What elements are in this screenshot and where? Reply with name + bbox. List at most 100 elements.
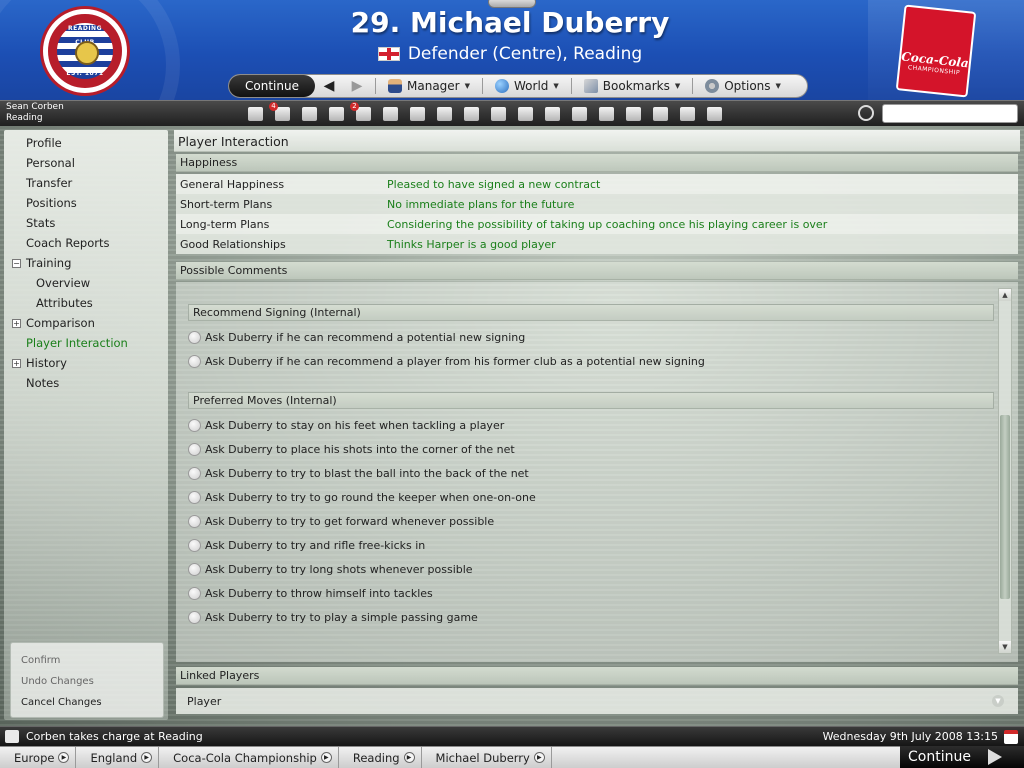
trophy-icon[interactable] <box>460 104 482 124</box>
sort-chevron-icon[interactable]: ▼ <box>992 695 1004 707</box>
comment-option[interactable]: Ask Duberry to stay on his feet when tac… <box>188 416 988 434</box>
breadcrumb-item[interactable]: Coca-Cola Championship ▶ <box>159 746 339 768</box>
comment-option[interactable]: Ask Duberry to place his shots into the … <box>188 440 988 458</box>
options-menu[interactable]: Options ▼ <box>697 79 789 93</box>
breadcrumb-item[interactable]: Michael Duberry ▶ <box>422 746 552 768</box>
back-arrow-icon[interactable]: ◀ <box>315 78 343 94</box>
news-ticker[interactable]: Corben takes charge at Reading <box>26 730 203 743</box>
comment-option[interactable]: Ask Duberry to try long shots whenever p… <box>188 560 988 578</box>
calendar-icon[interactable] <box>1004 730 1018 744</box>
inbox-icon[interactable]: 4 <box>269 102 293 124</box>
radio-button[interactable] <box>188 490 201 504</box>
clipboard-icon[interactable] <box>514 104 536 124</box>
sidebar-item-player-interaction[interactable]: Player Interaction <box>26 336 128 350</box>
expand-icon[interactable]: + <box>12 359 21 368</box>
radio-button[interactable] <box>188 586 201 600</box>
confirm-button[interactable]: Confirm <box>21 655 60 666</box>
breadcrumb-item[interactable]: Europe ▶ <box>0 746 77 768</box>
breadcrumb: Europe ▶ England ▶ Coca-Cola Championshi… <box>0 746 1024 768</box>
comment-option[interactable]: Ask Duberry to throw himself into tackle… <box>188 584 988 602</box>
sidebar-item-coach-reports[interactable]: Coach Reports <box>26 236 110 250</box>
scroll-thumb[interactable] <box>1000 415 1010 599</box>
chevron-right-icon[interactable]: ▶ <box>141 752 153 763</box>
chevron-right-icon[interactable]: ▶ <box>320 752 332 763</box>
question-icon[interactable] <box>703 104 725 124</box>
comment-option[interactable]: Ask Duberry to try and rifle free-kicks … <box>188 536 988 554</box>
comments-list: Recommend Signing (Internal) Ask Duberry… <box>176 282 1018 662</box>
calendar-icon[interactable] <box>325 104 347 124</box>
sidebar-item-attributes[interactable]: Attributes <box>36 296 93 310</box>
chevron-right-icon[interactable]: ▶ <box>533 752 545 763</box>
radio-button[interactable] <box>188 354 201 368</box>
comment-option[interactable]: Ask Duberry if he can recommend a player… <box>188 352 988 370</box>
bookmarks-menu[interactable]: Bookmarks ▼ <box>576 79 688 93</box>
crest-text-top: READING FOOTBALL CLUB <box>65 25 105 46</box>
collapse-icon[interactable]: − <box>12 259 21 268</box>
forward-arrow-icon[interactable]: ▶ <box>343 78 371 94</box>
help-icon[interactable] <box>676 104 698 124</box>
notebook-icon[interactable] <box>298 104 320 124</box>
search-icon[interactable] <box>858 105 874 121</box>
binoculars-icon-glyph <box>598 107 614 121</box>
england-flag-icon <box>377 47 400 61</box>
radio-button[interactable] <box>188 466 201 480</box>
chevron-right-icon[interactable]: ▶ <box>58 752 70 763</box>
continue-button[interactable]: Continue <box>229 75 315 97</box>
sidebar-item-positions[interactable]: Positions <box>26 196 77 210</box>
top-handle[interactable] <box>488 0 536 8</box>
sidebar-item-profile[interactable]: Profile <box>26 136 62 150</box>
competition-logo[interactable]: Coca-Cola CHAMPIONSHIP <box>868 0 1024 100</box>
sidebar-item-notes[interactable]: Notes <box>26 376 59 390</box>
linked-players-column[interactable]: Player ▼ <box>176 688 1018 714</box>
scroll-up-icon[interactable]: ▲ <box>999 289 1011 301</box>
world-menu[interactable]: World ▼ <box>487 79 567 93</box>
breadcrumb-item[interactable]: England ▶ <box>76 746 160 768</box>
clock-icon[interactable]: 2 <box>350 102 374 124</box>
home-icon-glyph <box>247 107 263 121</box>
transfers-icon[interactable] <box>406 104 428 124</box>
comment-option[interactable]: Ask Duberry to try to go round the keepe… <box>188 488 988 506</box>
cancel-changes-button[interactable]: Cancel Changes <box>21 697 102 708</box>
radio-button[interactable] <box>188 330 201 344</box>
comment-option[interactable]: Ask Duberry to try to play a simple pass… <box>188 608 988 626</box>
ball-icon[interactable] <box>568 104 590 124</box>
squad-icon[interactable] <box>379 104 401 124</box>
sidebar-item-overview[interactable]: Overview <box>36 276 90 290</box>
news-icon[interactable] <box>5 730 19 743</box>
scroll-down-icon[interactable]: ▼ <box>999 641 1011 653</box>
radio-button[interactable] <box>188 442 201 456</box>
club-crest[interactable]: READING FOOTBALL CLUB EST. 1871 <box>40 6 130 96</box>
manager-menu[interactable]: Manager ▼ <box>380 79 478 93</box>
tactics-icon[interactable] <box>433 104 455 124</box>
scouting-icon[interactable] <box>487 104 509 124</box>
binoculars-icon[interactable] <box>595 104 617 124</box>
search-input[interactable] <box>882 104 1018 123</box>
comment-option[interactable]: Ask Duberry to try to get forward whenev… <box>188 512 988 530</box>
radio-button[interactable] <box>188 610 201 624</box>
toolbar-divider <box>482 78 483 94</box>
continue-game-button[interactable]: Continue <box>900 746 1024 768</box>
undo-changes-button[interactable]: Undo Changes <box>21 676 94 687</box>
radio-button[interactable] <box>188 562 201 576</box>
radio-button[interactable] <box>188 418 201 432</box>
sidebar-item-history[interactable]: History <box>26 356 67 370</box>
ball-icon-glyph <box>571 107 587 121</box>
expand-icon[interactable]: + <box>12 319 21 328</box>
sidebar-item-training[interactable]: Training <box>26 256 71 270</box>
finances-icon[interactable] <box>622 104 644 124</box>
sidebar-item-transfer[interactable]: Transfer <box>26 176 72 190</box>
chevron-right-icon[interactable]: ▶ <box>403 752 415 763</box>
sidebar-item-stats[interactable]: Stats <box>26 216 55 230</box>
sidebar-item-personal[interactable]: Personal <box>26 156 75 170</box>
radio-button[interactable] <box>188 514 201 528</box>
comments-scrollbar[interactable]: ▲ ▼ <box>998 288 1012 654</box>
training-icon[interactable] <box>541 104 563 124</box>
radio-button[interactable] <box>188 538 201 552</box>
sidebar-item-comparison[interactable]: Comparison <box>26 316 95 330</box>
manager-info[interactable]: Sean Corben Reading <box>6 102 64 124</box>
breadcrumb-item[interactable]: Reading ▶ <box>339 746 422 768</box>
comment-option[interactable]: Ask Duberry to try to blast the ball int… <box>188 464 988 482</box>
chat-icon[interactable] <box>649 104 671 124</box>
home-icon[interactable] <box>244 104 266 124</box>
comment-option[interactable]: Ask Duberry if he can recommend a potent… <box>188 328 988 346</box>
